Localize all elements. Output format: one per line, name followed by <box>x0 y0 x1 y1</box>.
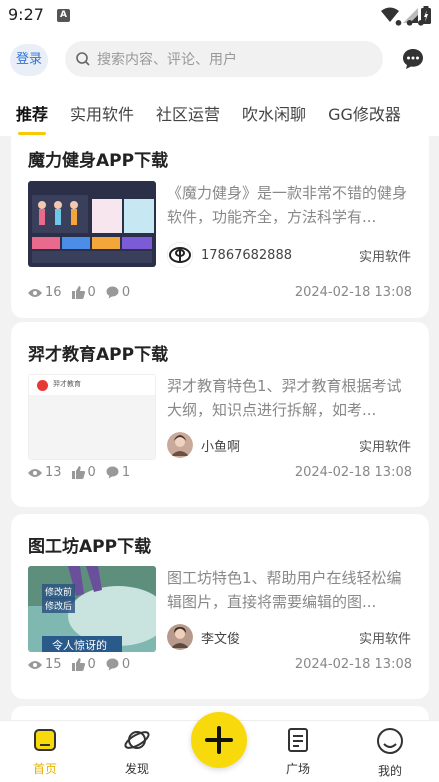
login-button[interactable]: 登录 <box>10 44 48 76</box>
post-card[interactable]: 魔力健身APP下载 《魔力健身》是一款非常不错的健身软件，功能齐全，方法科学有.… <box>11 136 429 318</box>
nav-plaza-label: 广场 <box>285 762 310 776</box>
eye-icon <box>28 468 42 477</box>
more-tabs-button[interactable]: ••• <box>393 14 427 33</box>
author-name[interactable]: 17867682888 <box>201 248 359 263</box>
post-category[interactable]: 实用软件 <box>359 436 411 455</box>
comment-icon <box>106 466 119 479</box>
likes-count: 0 <box>87 285 96 300</box>
before-label: 修改前 <box>42 584 76 599</box>
post-thumbnail <box>28 181 156 267</box>
search-bar[interactable]: 搜索内容、评论、用户 <box>65 41 383 77</box>
nav-profile[interactable]: 我的 <box>360 727 420 779</box>
post-date: 2024-02-18 13:08 <box>294 465 412 480</box>
likes-stat[interactable]: 0 <box>71 657 96 672</box>
nav-home[interactable]: 首页 <box>15 727 75 777</box>
post-title: 魔力健身APP下载 <box>28 151 169 171</box>
likes-count: 0 <box>87 465 96 480</box>
plus-icon <box>205 726 233 754</box>
likes-count: 0 <box>87 657 96 672</box>
create-post-button[interactable] <box>191 712 247 768</box>
bottom-navigation: 首页 发现 广场 我的 <box>0 712 439 782</box>
after-label: 修改后 <box>42 598 76 613</box>
author-avatar[interactable] <box>167 624 193 650</box>
views-count: 15 <box>45 657 62 672</box>
post-excerpt: 《魔力健身》是一款非常不错的健身软件，功能齐全，方法科学有... <box>167 184 408 226</box>
eye-icon <box>28 660 42 669</box>
post-excerpt: 羿才教育特色1、羿才教育根据考试大纲，知识点进行拆解，如考... <box>167 377 402 419</box>
views-stat: 16 <box>28 285 62 300</box>
author-name[interactable]: 小鱼啊 <box>201 436 359 455</box>
tab-recommended[interactable]: 推荐 <box>16 101 48 135</box>
post-stats: 13 0 1 2024-02-18 13:08 <box>28 465 412 480</box>
comments-stat[interactable]: 1 <box>106 465 130 480</box>
nav-home-label: 首页 <box>32 762 57 776</box>
thumbs-up-icon <box>71 658 85 671</box>
home-icon <box>34 729 56 751</box>
planet-icon <box>124 731 150 749</box>
post-stats: 16 0 0 2024-02-18 13:08 <box>28 285 412 300</box>
post-card[interactable]: 图工坊APP下载 修改前 修改后 令人惊讶的 图工坊特色1、帮助用户在线轻松编辑… <box>11 514 429 699</box>
likes-stat[interactable]: 0 <box>71 285 96 300</box>
post-thumbnail: 修改前 修改后 令人惊讶的 <box>28 566 156 652</box>
post-date: 2024-02-18 13:08 <box>294 657 412 672</box>
comments-count: 0 <box>121 285 131 300</box>
message-icon[interactable] <box>401 47 425 71</box>
views-stat: 15 <box>28 657 62 672</box>
comments-stat[interactable]: 0 <box>106 657 130 672</box>
smile-icon <box>377 728 403 754</box>
nav-discover[interactable]: 发现 <box>107 727 167 777</box>
comment-icon <box>106 286 119 299</box>
top-header: 登录 搜索内容、评论、用户 <box>0 30 439 90</box>
views-stat: 13 <box>28 465 62 480</box>
eye-icon <box>28 288 42 297</box>
thumbnail-header: 羿才教育 <box>29 375 155 395</box>
tab-gg-modifier[interactable]: GG修改器 <box>328 101 401 125</box>
views-count: 13 <box>45 465 62 480</box>
post-stats: 15 0 0 2024-02-18 13:08 <box>28 657 412 672</box>
tab-casual-chat[interactable]: 吹水闲聊 <box>242 101 306 125</box>
tab-practical-software[interactable]: 实用软件 <box>70 101 134 125</box>
views-count: 16 <box>45 285 62 300</box>
post-date: 2024-02-18 13:08 <box>294 285 412 300</box>
status-time: 9:27 <box>8 5 44 24</box>
document-icon <box>288 728 308 752</box>
post-thumbnail: 羿才教育 <box>28 374 156 460</box>
status-bar: 9:27 A <box>0 0 439 30</box>
comments-count: 0 <box>121 657 131 672</box>
tab-community-operations[interactable]: 社区运营 <box>156 101 220 125</box>
brand-icon <box>37 380 48 391</box>
author-avatar[interactable] <box>167 242 193 268</box>
nav-plaza[interactable]: 广场 <box>268 727 328 777</box>
app-notification-icon: A <box>57 9 70 22</box>
post-author-row: 小鱼啊 实用软件 <box>167 432 411 458</box>
post-category[interactable]: 实用软件 <box>359 628 411 647</box>
author-name[interactable]: 李文俊 <box>201 628 359 647</box>
post-title: 羿才教育APP下载 <box>28 345 169 365</box>
category-tabs: 推荐 实用软件 社区运营 吹水闲聊 GG修改器 <box>0 90 439 136</box>
author-avatar[interactable] <box>167 432 193 458</box>
post-category[interactable]: 实用软件 <box>359 246 411 265</box>
likes-stat[interactable]: 0 <box>71 465 96 480</box>
post-excerpt: 图工坊特色1、帮助用户在线轻松编辑图片，直接将需要编辑的图... <box>167 569 402 611</box>
comments-count: 1 <box>121 465 131 480</box>
post-title: 图工坊APP下载 <box>28 537 152 557</box>
nav-discover-label: 发现 <box>124 762 149 776</box>
post-card[interactable]: 羿才教育APP下载 羿才教育 羿才教育特色1、羿才教育根据考试大纲，知识点进行拆… <box>11 322 429 507</box>
thumbnail-caption: 令人惊讶的 <box>52 639 107 652</box>
search-placeholder: 搜索内容、评论、用户 <box>97 52 237 68</box>
thumbs-up-icon <box>71 466 85 479</box>
nav-profile-label: 我的 <box>377 764 402 778</box>
post-feed: 魔力健身APP下载 《魔力健身》是一款非常不错的健身软件，功能齐全，方法科学有.… <box>0 136 439 720</box>
comment-icon <box>106 658 119 671</box>
comments-stat[interactable]: 0 <box>106 285 130 300</box>
post-author-row: 17867682888 实用软件 <box>167 242 411 268</box>
post-author-row: 李文俊 实用软件 <box>167 624 411 650</box>
search-icon <box>76 52 90 66</box>
thumbnail-text: 羿才教育 <box>53 380 81 388</box>
thumbs-up-icon <box>71 286 85 299</box>
